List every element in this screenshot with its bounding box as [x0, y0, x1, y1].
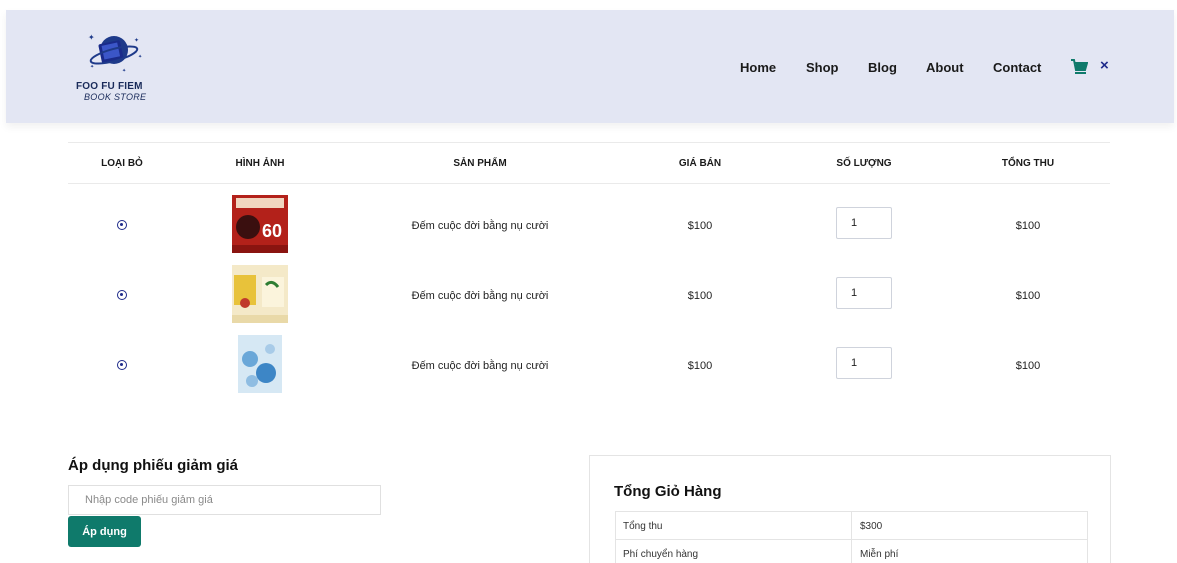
book-cover-image: 60	[232, 195, 288, 253]
svg-text:✦: ✦	[88, 33, 95, 42]
totals-row-shipping: Phí chuyển hàng Miễn phí	[615, 539, 1088, 563]
cart-totals-panel: Tổng Giỏ Hàng Tổng thu $300 Phí chuyển h…	[589, 455, 1111, 563]
row-total: $100	[1015, 220, 1041, 232]
quantity-input[interactable]	[836, 277, 892, 309]
nav-home[interactable]: Home	[740, 60, 776, 75]
col-price: GIÁ BÁN	[678, 158, 722, 169]
cart-row: 60 Đếm cuộc đời bằng nụ cười $100 $100	[68, 190, 1110, 260]
remove-item-icon[interactable]	[117, 360, 127, 370]
shipping-value: Miễn phí	[860, 549, 899, 560]
row-total: $100	[1015, 290, 1041, 302]
column-divider	[851, 540, 852, 563]
col-image: HÌNH ẢNH	[235, 158, 285, 169]
row-total: $100	[1015, 360, 1041, 372]
book-cover-image	[232, 265, 288, 323]
quantity-input[interactable]	[836, 207, 892, 239]
product-price: $100	[687, 360, 713, 372]
col-product: SẢN PHẨM	[453, 158, 507, 169]
nav-shop[interactable]: Shop	[806, 60, 839, 75]
product-name[interactable]: Đếm cuộc đời bằng nụ cười	[412, 220, 549, 232]
svg-text:✦: ✦	[90, 64, 94, 70]
column-divider	[851, 512, 852, 539]
nav-about[interactable]: About	[926, 60, 964, 75]
coupon-input[interactable]	[68, 485, 381, 515]
product-price: $100	[687, 290, 713, 302]
cart-icon[interactable]	[1070, 58, 1088, 76]
svg-text:✦: ✦	[134, 37, 139, 44]
brand-name: FOO FU FIEM	[76, 81, 143, 92]
svg-text:✦: ✦	[138, 54, 142, 60]
book-cover-image	[238, 335, 282, 393]
brand-tagline: BOOK STORE	[84, 92, 147, 102]
close-icon[interactable]: ×	[1100, 58, 1114, 74]
product-name[interactable]: Đếm cuộc đời bằng nụ cười	[412, 360, 549, 372]
cart-totals-title: Tổng Giỏ Hàng	[614, 483, 722, 500]
totals-row-subtotal: Tổng thu $300	[615, 511, 1088, 540]
col-total: TỔNG THU	[1001, 158, 1055, 169]
remove-item-icon[interactable]	[117, 290, 127, 300]
nav-contact[interactable]: Contact	[993, 60, 1041, 75]
col-quantity: SỐ LƯỢNG	[836, 158, 892, 169]
svg-text:✦: ✦	[122, 68, 126, 74]
apply-coupon-button[interactable]: Áp dụng	[68, 516, 141, 547]
shipping-label: Phí chuyển hàng	[623, 549, 699, 560]
subtotal-value: $300	[860, 521, 883, 532]
coupon-title: Áp dụng phiếu giảm giá	[68, 457, 238, 474]
product-price: $100	[687, 220, 713, 232]
remove-item-icon[interactable]	[117, 220, 127, 230]
nav-blog[interactable]: Blog	[868, 60, 897, 75]
product-name[interactable]: Đếm cuộc đời bằng nụ cười	[412, 290, 549, 302]
cart-row: Đếm cuộc đời bằng nụ cười $100 $100	[68, 330, 1110, 400]
cart-row: Đếm cuộc đời bằng nụ cười $100 $100	[68, 260, 1110, 330]
subtotal-label: Tổng thu	[623, 521, 663, 532]
site-header: ✦ ✦ ✦ ✦ ✦ FOO FU FIEM BOOK STORE Home Sh…	[6, 10, 1174, 123]
col-remove: LOẠI BỎ	[101, 158, 143, 169]
cart-table-header: LOẠI BỎ HÌNH ẢNH SẢN PHẨM GIÁ BÁN SỐ LƯỢ…	[68, 142, 1110, 184]
svg-text:60: 60	[262, 221, 282, 241]
quantity-input[interactable]	[836, 347, 892, 379]
